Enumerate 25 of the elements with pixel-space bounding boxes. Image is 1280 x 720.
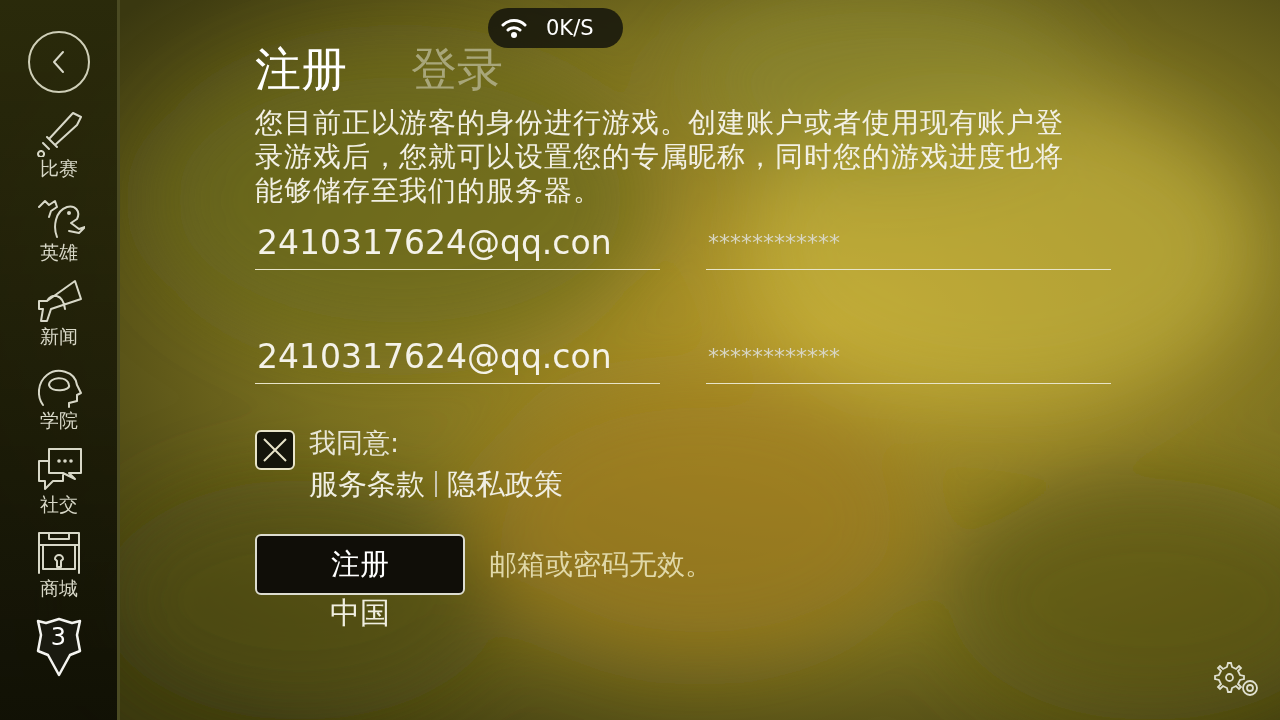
agree-label: 我同意: xyxy=(309,426,401,460)
email-field[interactable]: 2410317624@qq.con xyxy=(255,330,660,384)
sidebar-item[interactable]: 比赛 xyxy=(18,109,99,183)
sidebar-label: 英雄 xyxy=(39,241,78,263)
sidebar-item[interactable]: 英雄 xyxy=(18,193,99,267)
sidebar-label: 新闻 xyxy=(39,325,78,347)
intro-text: 您目前正以游客的身份进行游戏。创建账户或者使用现有账户登录游戏后，您就可以设置您的专属昵称，同时您的游戏进度也将能够储存至我们的服务器。 xyxy=(255,106,1066,208)
tab[interactable]: 注册 xyxy=(255,39,347,101)
sidebar-label: 比赛 xyxy=(39,157,78,179)
policy-link[interactable]: 服务条款 xyxy=(309,466,425,502)
network-speed: 0K/S xyxy=(546,16,594,40)
error-message: 邮箱或密码无效。 xyxy=(489,546,713,583)
sidebar-item[interactable]: 商城 xyxy=(18,529,99,603)
sidebar-item[interactable]: 社交 xyxy=(18,445,99,519)
sidebar-label: 社交 xyxy=(39,493,78,515)
level-badge[interactable]: 3 xyxy=(33,617,84,677)
sidebar-item[interactable]: 学院 xyxy=(18,361,99,435)
register-button[interactable]: 注册 xyxy=(255,534,465,595)
sidebar-item[interactable]: 新闻 xyxy=(18,277,99,351)
level-number: 3 xyxy=(49,623,68,651)
sidebar-label: 商城 xyxy=(39,577,78,599)
sidebar-label: 学院 xyxy=(39,409,78,431)
email-field[interactable]: 2410317624@qq.con xyxy=(255,216,660,270)
policy-link[interactable]: 隐私政策 xyxy=(447,466,563,502)
region-label: 中国 xyxy=(329,595,391,631)
